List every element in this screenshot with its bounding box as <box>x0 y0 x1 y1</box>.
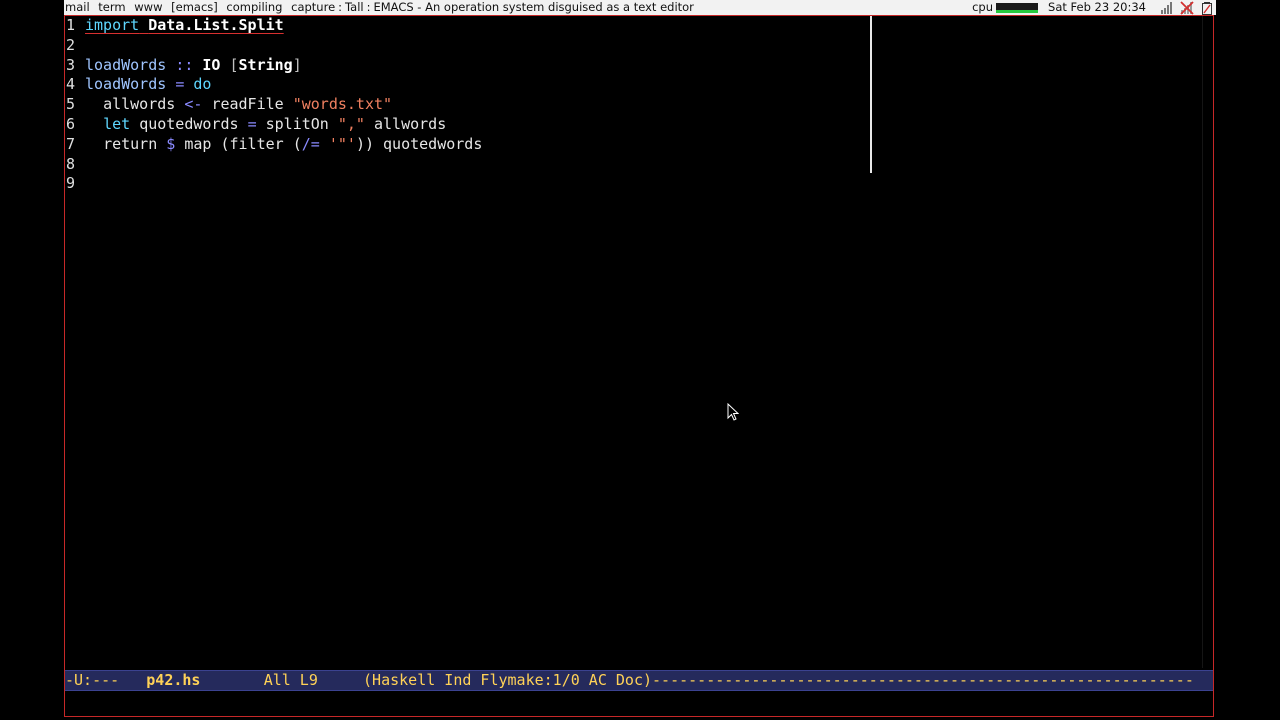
modeline-modes[interactable]: (Haskell Ind Flymake:1/0 AC Doc) <box>363 671 652 689</box>
bracket-token: )) <box>355 134 374 153</box>
code-line[interactable]: 6 let quotedwords = splitOn "," allwords <box>65 115 1195 135</box>
function-call-token: return <box>103 134 158 153</box>
workspace-tag-emacs-current[interactable]: [emacs] <box>171 0 218 14</box>
workspace-tag-mail[interactable]: mail <box>65 0 90 14</box>
function-name-token: loadWords <box>85 55 167 74</box>
keyword-token: do <box>193 75 212 94</box>
function-call-token: map <box>184 134 212 153</box>
line-number: 1 <box>66 16 76 34</box>
line-number: 5 <box>66 95 76 114</box>
separator: : <box>338 0 343 14</box>
function-call-token: splitOn <box>265 114 329 133</box>
network-signal-icon[interactable] <box>1160 1 1174 15</box>
workspace-tag-capture[interactable]: capture <box>291 0 335 14</box>
function-call-token: readFile <box>211 95 284 114</box>
clock: Sat Feb 23 20:34 <box>1048 0 1146 14</box>
workspace-and-title: mail term www [emacs] compiling capture:… <box>65 0 694 15</box>
code-line[interactable]: 7 return $ map (filter (/= '"')) quotedw… <box>65 135 1195 155</box>
code-line[interactable]: 5 allwords <- readFile "words.txt" <box>65 95 1195 115</box>
modeline-dashes: ----------------------------------------… <box>652 671 1194 689</box>
operator-token: <- <box>184 95 203 114</box>
bracket-token: [ <box>229 55 239 74</box>
modeline-status: -U:--- <box>65 671 120 689</box>
cpu-label: cpu <box>972 0 994 14</box>
minibuffer[interactable] <box>65 691 1213 716</box>
modeline-position: All L9 <box>263 671 318 689</box>
status-area: cpu Sat Feb 23 20:34 <box>972 0 1214 15</box>
type-token: IO <box>202 55 221 74</box>
cpu-load-fill <box>996 9 1039 13</box>
module-token: Data.List.Split <box>148 16 284 34</box>
operator-token: /= <box>301 134 320 153</box>
fill-column-indicator <box>870 16 872 173</box>
code-line[interactable]: 1 import Data.List.Split <box>65 16 1195 36</box>
keyword-token: let <box>103 114 131 133</box>
network-disabled-icon[interactable] <box>1180 0 1194 15</box>
variable-token: quotedwords <box>383 134 483 153</box>
operator-token: = <box>175 75 185 94</box>
code-line[interactable]: 4 loadWords = do <box>65 75 1195 95</box>
string-token: "," <box>337 114 365 133</box>
type-token: String <box>238 55 293 74</box>
separator: : <box>366 0 371 14</box>
code-line[interactable]: 8 <box>65 155 1195 175</box>
line-number: 8 <box>66 154 76 173</box>
keyword-token: import <box>85 16 140 34</box>
variable-token: allwords <box>374 114 447 133</box>
operator-token: = <box>247 114 257 133</box>
line-number: 6 <box>66 114 76 133</box>
line-number: 3 <box>66 55 76 74</box>
string-token: "words.txt" <box>292 95 393 114</box>
char-literal-token: '"' <box>328 134 356 153</box>
function-name-token: loadWords <box>85 75 167 94</box>
workspace-tag-term[interactable]: term <box>98 0 125 14</box>
line-number: 9 <box>66 174 76 193</box>
operator-token: :: <box>175 55 194 74</box>
window-title: EMACS - An operation system disguised as… <box>373 0 694 14</box>
line-number: 7 <box>66 134 76 153</box>
operator-token: $ <box>166 134 176 153</box>
expression-token: (filter ( <box>220 134 302 153</box>
emacs-frame: 1 import Data.List.Split 2 3 loadWords :: … <box>64 15 1214 717</box>
code-line[interactable]: 3 loadWords :: IO [String] <box>65 56 1195 76</box>
cpu-load-graph <box>996 2 1039 13</box>
modeline-buffer-name[interactable]: p42.hs <box>146 671 200 689</box>
bracket-token: ] <box>292 55 302 74</box>
desktop-screen: mail term www [emacs] compiling capture:… <box>0 0 1280 720</box>
variable-token: quotedwords <box>139 114 239 133</box>
line-number: 4 <box>66 75 76 94</box>
workspace-tag-compiling[interactable]: compiling <box>226 0 282 14</box>
code-line[interactable]: 2 <box>65 36 1195 56</box>
line-number: 2 <box>66 35 76 54</box>
mode-line[interactable]: -U:--- p42.hs All L9 (Haskell Ind Flymak… <box>65 670 1213 691</box>
right-fringe <box>1202 16 1203 668</box>
workspace-tag-www[interactable]: www <box>134 0 162 14</box>
battery-icon[interactable] <box>1200 1 1214 15</box>
code-buffer[interactable]: 1 import Data.List.Split 2 3 loadWords :: … <box>65 16 1195 194</box>
layout-name[interactable]: Tall <box>345 0 364 14</box>
variable-token: allwords <box>103 95 176 114</box>
code-line-current[interactable]: 9 <box>65 174 1195 194</box>
window-manager-status-bar: mail term www [emacs] compiling capture:… <box>64 0 1216 15</box>
mouse-pointer-icon <box>727 403 739 421</box>
